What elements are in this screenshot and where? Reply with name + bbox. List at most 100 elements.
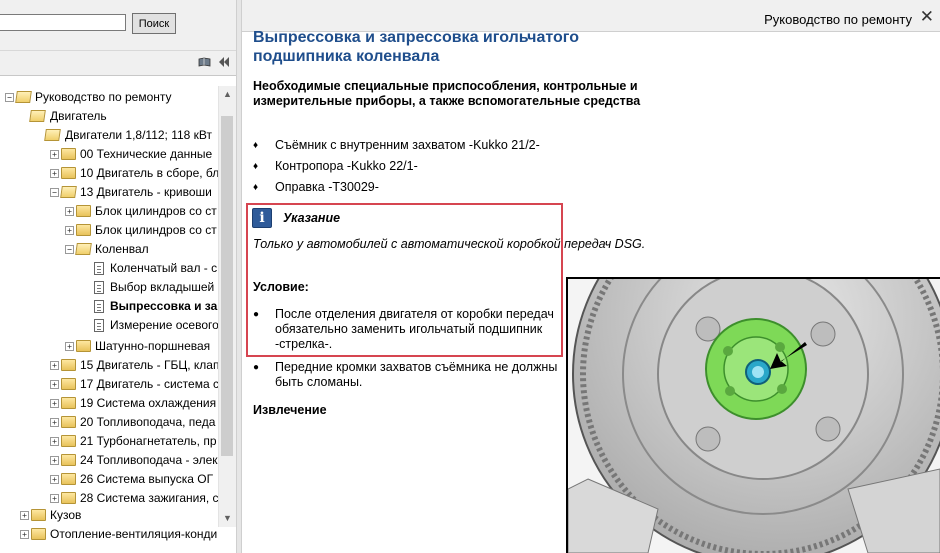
tree-item-label: Двигатель: [50, 109, 107, 123]
folder-open-icon: [44, 129, 61, 141]
expand-toggle[interactable]: +: [65, 207, 74, 216]
folder-icon: [61, 454, 76, 466]
note-text: Только у автомобилей с автоматической ко…: [253, 237, 646, 251]
tree-item-label: Измерение осевого: [110, 318, 218, 332]
scroll-down-arrow-icon[interactable]: ▼: [219, 510, 236, 527]
collapse-toggle[interactable]: −: [5, 93, 14, 102]
folder-open-icon: [75, 243, 92, 255]
tree-item-label: 17 Двигатель - система с: [80, 377, 218, 391]
flywheel-drawing: [568, 279, 940, 553]
document-icon: [94, 319, 104, 332]
section-heading: Извлечение: [253, 403, 327, 417]
folder-icon: [31, 509, 46, 521]
tool-item: Контропора -Kukko 22/1-: [275, 159, 418, 173]
tree-item-label: Двигатели 1,8/112; 118 кВт: [65, 128, 213, 142]
tree-item-label: Блок цилиндров со ст: [95, 223, 217, 237]
folder-icon: [61, 416, 76, 428]
expand-toggle[interactable]: +: [50, 169, 59, 178]
folder-icon: [61, 473, 76, 485]
expand-toggle[interactable]: +: [65, 342, 74, 351]
condition-item: Передние кромки захватов съёмника не дол…: [275, 360, 558, 389]
expand-toggle[interactable]: +: [50, 437, 59, 446]
expand-toggle[interactable]: +: [50, 361, 59, 370]
close-icon[interactable]: ✕: [920, 8, 934, 25]
folder-open-icon: [60, 186, 77, 198]
document-icon: [94, 262, 104, 275]
tree-item-label: Выбор вкладышей: [110, 280, 215, 294]
folder-icon: [61, 492, 76, 504]
diamond-bullet-icon: ♦: [253, 182, 259, 193]
expand-toggle[interactable]: +: [65, 226, 74, 235]
search-bar: Поиск: [0, 0, 236, 51]
tree-item-label: Шатунно-поршневая: [95, 339, 211, 353]
scroll-up-arrow-icon[interactable]: ▲: [219, 86, 236, 103]
condition-item: После отделения двигателя от коробки пер…: [275, 307, 554, 351]
tree-item-label: Блок цилиндров со ст: [95, 204, 217, 218]
tree-item-label: 21 Турбонагнетатель, пр: [80, 434, 217, 448]
expand-toggle[interactable]: +: [50, 150, 59, 159]
crankshaft-illustration: [566, 277, 940, 553]
folder-icon: [61, 397, 76, 409]
expand-toggle[interactable]: +: [20, 511, 29, 520]
search-input[interactable]: [0, 14, 126, 31]
book-icon[interactable]: [198, 57, 211, 67]
condition-heading: Условие:: [253, 280, 309, 294]
tree-item-label: Коленвал: [95, 242, 149, 256]
expand-toggle[interactable]: +: [50, 475, 59, 484]
folder-icon: [76, 340, 91, 352]
folder-icon: [61, 148, 76, 160]
document-panel: Руководство по ремонту ✕ Выпрессовка и з…: [242, 0, 940, 553]
header-title: Руководство по ремонту: [764, 12, 912, 27]
tree-item-label: 20 Топливоподача, педа: [80, 415, 216, 429]
tree-item-label: Отопление-вентиляция-конди: [50, 527, 218, 541]
scrollbar-thumb[interactable]: [221, 116, 233, 456]
tree-item-label: Коленчатый вал - с: [110, 261, 218, 275]
expand-toggle[interactable]: +: [20, 530, 29, 539]
folder-icon: [76, 224, 91, 236]
document-icon: [94, 281, 104, 294]
folder-icon: [31, 528, 46, 540]
document-icon: [94, 300, 104, 313]
tool-item: Съёмник с внутренним захватом -Kukko 21/…: [275, 138, 540, 152]
collapse-toggle[interactable]: −: [65, 245, 74, 254]
dot-bullet-icon: ●: [253, 362, 260, 373]
folder-icon: [61, 167, 76, 179]
folder-icon: [61, 435, 76, 447]
folder-icon: [61, 378, 76, 390]
expand-toggle[interactable]: +: [50, 494, 59, 503]
folder-open-icon: [15, 91, 32, 103]
tree-item-label: 28 Система зажигания, с: [80, 491, 218, 505]
tree-item-label: 26 Система выпуска ОГ: [80, 472, 214, 486]
tree-item-label: Выпрессовка и зап: [110, 299, 218, 313]
panel-toolbar: [0, 51, 236, 76]
tool-item: Оправка -T30029-: [275, 180, 379, 194]
double-chevron-left-icon[interactable]: [217, 56, 231, 68]
expand-toggle[interactable]: +: [50, 399, 59, 408]
diamond-bullet-icon: ♦: [253, 161, 259, 172]
folder-icon: [61, 359, 76, 371]
tree-item-label: Кузов: [50, 508, 82, 522]
tree-scrollbar[interactable]: ▲ ▼: [218, 86, 236, 527]
tree-item-label: 13 Двигатель - кривоши: [80, 185, 212, 199]
tree-item-label: 00 Технические данные: [80, 147, 213, 161]
folder-open-icon: [29, 110, 46, 122]
tree-item-label: 24 Топливоподача - элек: [80, 453, 218, 467]
tree-item-label: 15 Двигатель - ГБЦ, клап: [80, 358, 218, 372]
search-button[interactable]: Поиск: [132, 13, 176, 34]
collapse-toggle[interactable]: −: [50, 188, 59, 197]
info-icon: i: [252, 208, 272, 228]
diamond-bullet-icon: ♦: [253, 140, 259, 151]
expand-toggle[interactable]: +: [50, 456, 59, 465]
tree-item-label: 10 Двигатель в сборе, бл: [80, 166, 218, 180]
navigation-panel: Поиск − Руководство по ремонту Двигатель…: [0, 0, 236, 553]
tree-item-label: 19 Система охлаждения: [80, 396, 217, 410]
expand-toggle[interactable]: +: [50, 380, 59, 389]
folder-icon: [76, 205, 91, 217]
tools-heading: Необходимые специальные приспособления, …: [253, 79, 641, 108]
dot-bullet-icon: ●: [253, 309, 260, 320]
expand-toggle[interactable]: +: [50, 418, 59, 427]
contents-tree: − Руководство по ремонту Двигатель Двига…: [0, 86, 218, 553]
page-title: Выпрессовка и запрессовка игольчатого по…: [253, 29, 579, 65]
tree-item-label: Руководство по ремонту: [35, 90, 172, 104]
note-title: Указание: [283, 211, 341, 225]
